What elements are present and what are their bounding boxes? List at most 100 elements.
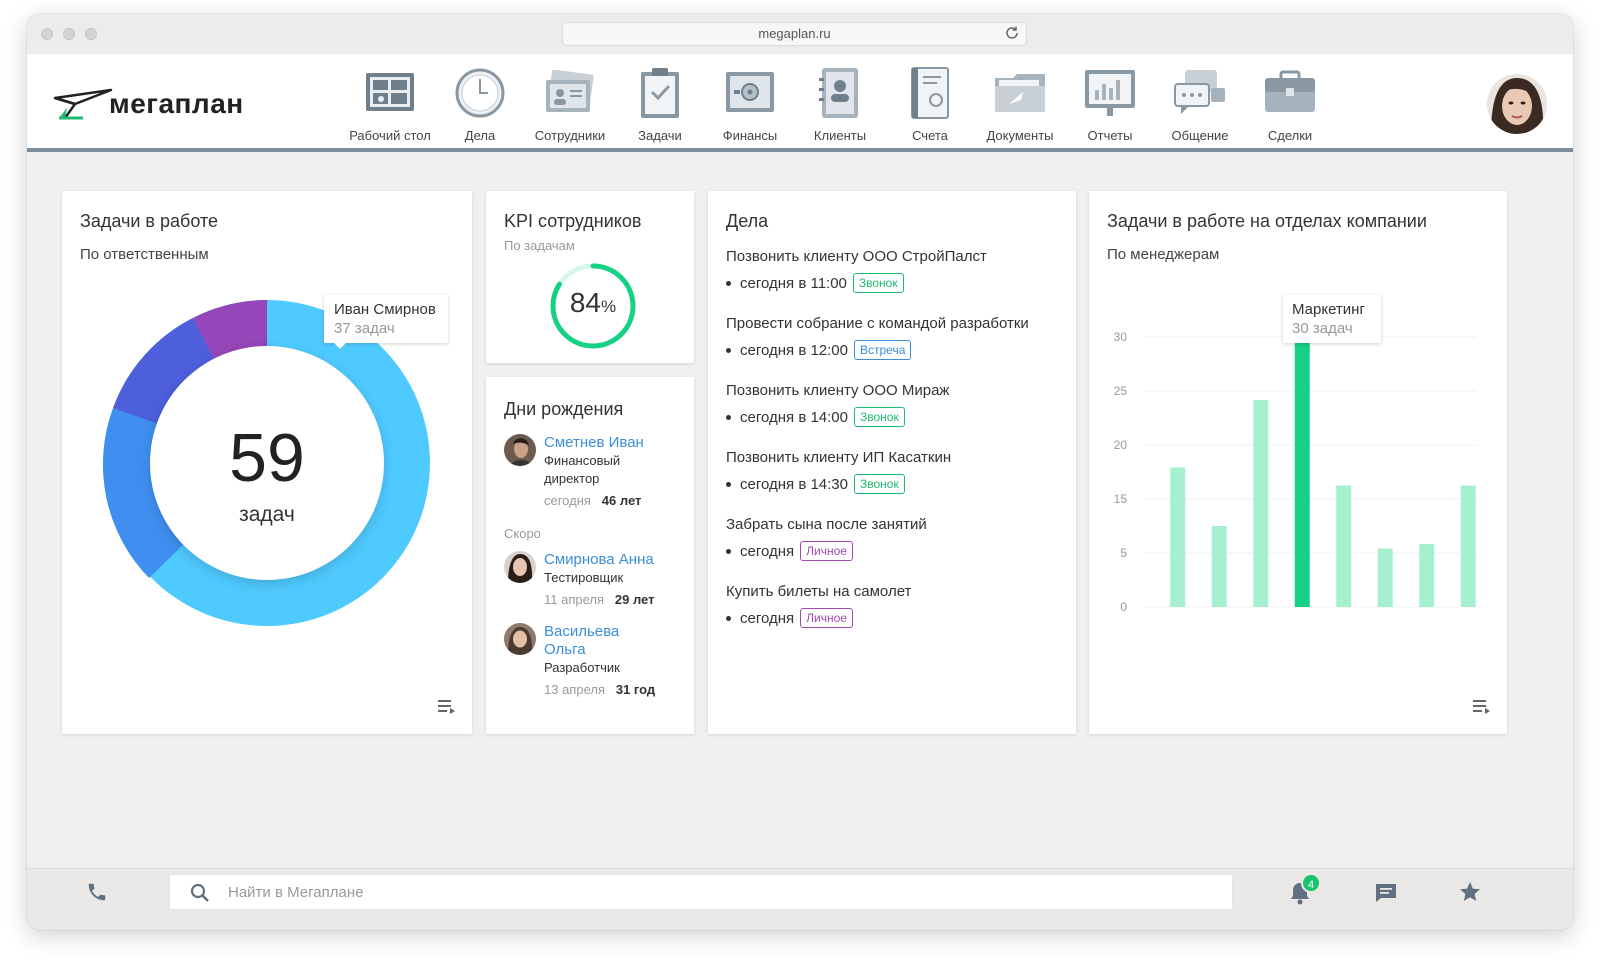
nav-label: Документы (986, 128, 1054, 143)
birthday-role-line2: директор (544, 471, 600, 486)
bar[interactable] (1336, 485, 1352, 608)
reload-icon[interactable] (1004, 25, 1020, 41)
tooltip-value: 37 задач (334, 320, 395, 337)
nav-label: Рабочий стол (349, 128, 431, 143)
bar[interactable] (1377, 548, 1393, 608)
deal-tag: Звонок (854, 407, 905, 427)
birthday-name-link-line2[interactable]: Ольга (544, 641, 655, 659)
clipboard-icon (641, 68, 679, 118)
nav-deals[interactable]: Дела (435, 66, 525, 143)
card-title: KPI сотрудников (504, 211, 642, 231)
global-search[interactable]: Найти в Мегаплане (169, 874, 1233, 910)
y-tick-label: 20 (1114, 438, 1128, 452)
deal-item[interactable]: Позвонить клиенту ООО СтройПалст сегодня… (726, 248, 1066, 293)
bar[interactable] (1253, 400, 1269, 607)
y-tick-label: 30 (1114, 330, 1128, 344)
y-tick-label: 15 (1114, 492, 1128, 506)
birthday-name-link[interactable]: Васильева (544, 623, 655, 641)
kpi-unit: % (601, 297, 617, 316)
clock-icon (455, 68, 505, 118)
notifications-button[interactable]: 4 (1289, 873, 1321, 910)
nav-label: Дела (464, 128, 496, 143)
address-bar[interactable]: megaplan.ru (562, 22, 1027, 46)
avatar[interactable] (504, 551, 536, 583)
bar[interactable] (1419, 544, 1435, 607)
deal-item[interactable]: Позвонить клиенту ООО Мираж сегодня в 14… (726, 382, 1066, 427)
nav-clients[interactable]: Клиенты (795, 66, 885, 143)
megaplan-logo[interactable]: мегаплан (53, 84, 244, 124)
nav-invoices[interactable]: Счета (885, 66, 975, 143)
bar[interactable] (1211, 526, 1227, 607)
browser-titlebar: megaplan.ru (27, 14, 1573, 54)
list-menu-icon[interactable] (1473, 698, 1491, 714)
deal-tag: Личное (800, 608, 853, 628)
card-subtitle: По менеджерам (1107, 246, 1220, 263)
nav-label: Финансы (722, 128, 778, 143)
nav-label: Клиенты (813, 128, 867, 143)
nav-communication[interactable]: Общение (1155, 66, 1245, 143)
avatar[interactable] (504, 434, 536, 466)
deal-item[interactable]: Купить билеты на самолет сегодня Личное (726, 583, 1066, 628)
bar[interactable] (1460, 485, 1476, 608)
zoom-window-button[interactable] (85, 28, 97, 40)
birthday-name-link[interactable]: Смирнова Анна (544, 551, 654, 569)
birthday-role: Тестировщик (544, 570, 624, 585)
close-window-button[interactable] (41, 28, 53, 40)
app-navbar: мегаплан Рабочий стол Дела Сотрудники За… (27, 54, 1573, 152)
nav-deals-pipeline[interactable]: Сделки (1245, 66, 1335, 143)
deal-time: сегодня в 14:00 (740, 408, 848, 426)
y-tick-label: 0 (1120, 600, 1127, 614)
minimize-window-button[interactable] (63, 28, 75, 40)
favorites-star-icon[interactable] (1458, 880, 1482, 904)
search-icon (190, 883, 209, 902)
tooltip-name: Иван Смирнов (334, 301, 436, 318)
birthday-date: 13 апреля (544, 682, 605, 697)
nav-employees[interactable]: Сотрудники (525, 66, 615, 143)
bar-chart: 0 5 15 20 25 30 (1114, 330, 1477, 614)
birthday-item: Сметнев Иван Финансовый директор сегодня… (504, 434, 684, 510)
logo-text: мегаплан (109, 88, 244, 119)
deal-time: сегодня (740, 609, 795, 627)
deals-list: Позвонить клиенту ООО СтройПалст сегодня… (726, 248, 1066, 628)
notification-badge: 4 (1301, 873, 1321, 893)
nav-reports[interactable]: Отчеты (1065, 66, 1155, 143)
kpi-number: 84 (569, 287, 602, 318)
y-tick-label: 5 (1120, 546, 1127, 560)
deal-title: Позвонить клиенту ИП Касаткин (726, 449, 952, 466)
deal-title: Провести собрание с командой разработки (726, 315, 1029, 332)
deal-item[interactable]: Забрать сына после занятий сегодня Личное (726, 516, 1066, 561)
birthday-role: Финансовый (544, 453, 621, 468)
deal-title: Позвонить клиенту ООО Мираж (726, 382, 950, 399)
birthday-role: Разработчик (544, 660, 620, 675)
birthday-date: сегодня (544, 493, 591, 508)
birthday-age: 31 год (615, 682, 656, 697)
phone-icon[interactable] (86, 881, 108, 903)
user-avatar[interactable] (1487, 74, 1547, 134)
bar[interactable] (1170, 467, 1186, 608)
messages-icon[interactable] (1374, 882, 1398, 904)
deal-tag: Личное (800, 541, 853, 561)
browser-window: megaplan.ru мегаплан Рабочий стол Дела С… (27, 14, 1573, 930)
nav-label: Сотрудники (534, 128, 606, 143)
birthday-age: 29 лет (614, 592, 655, 607)
deal-title: Позвонить клиенту ООО СтройПалст (726, 248, 987, 265)
avatar[interactable] (504, 623, 536, 655)
list-menu-icon[interactable] (438, 698, 456, 714)
nav-desktop[interactable]: Рабочий стол (345, 66, 435, 143)
deal-item[interactable]: Позвонить клиенту ИП Касаткин сегодня в … (726, 449, 1066, 494)
nav-label: Сделки (1267, 128, 1313, 143)
nav-label: Общение (1171, 128, 1229, 143)
bar-highlighted[interactable] (1294, 337, 1310, 607)
birthday-age: 46 лет (601, 493, 642, 508)
birthday-name-link[interactable]: Сметнев Иван (544, 434, 644, 452)
deal-item[interactable]: Провести собрание с командой разработки … (726, 315, 1066, 360)
nav-finance[interactable]: Финансы (705, 66, 795, 143)
nav-tasks[interactable]: Задачи (615, 66, 705, 143)
deal-time: сегодня (740, 542, 795, 560)
birthday-item: Смирнова Анна Тестировщик 11 апреля 29 л… (504, 551, 684, 609)
nav-documents[interactable]: Документы (975, 66, 1065, 143)
deal-time: сегодня в 12:00 (740, 341, 848, 359)
safe-icon (726, 72, 774, 112)
tasks-in-progress-card: Задачи в работе По ответственным 59 зада… (62, 191, 472, 734)
folder-icon (995, 74, 1045, 112)
